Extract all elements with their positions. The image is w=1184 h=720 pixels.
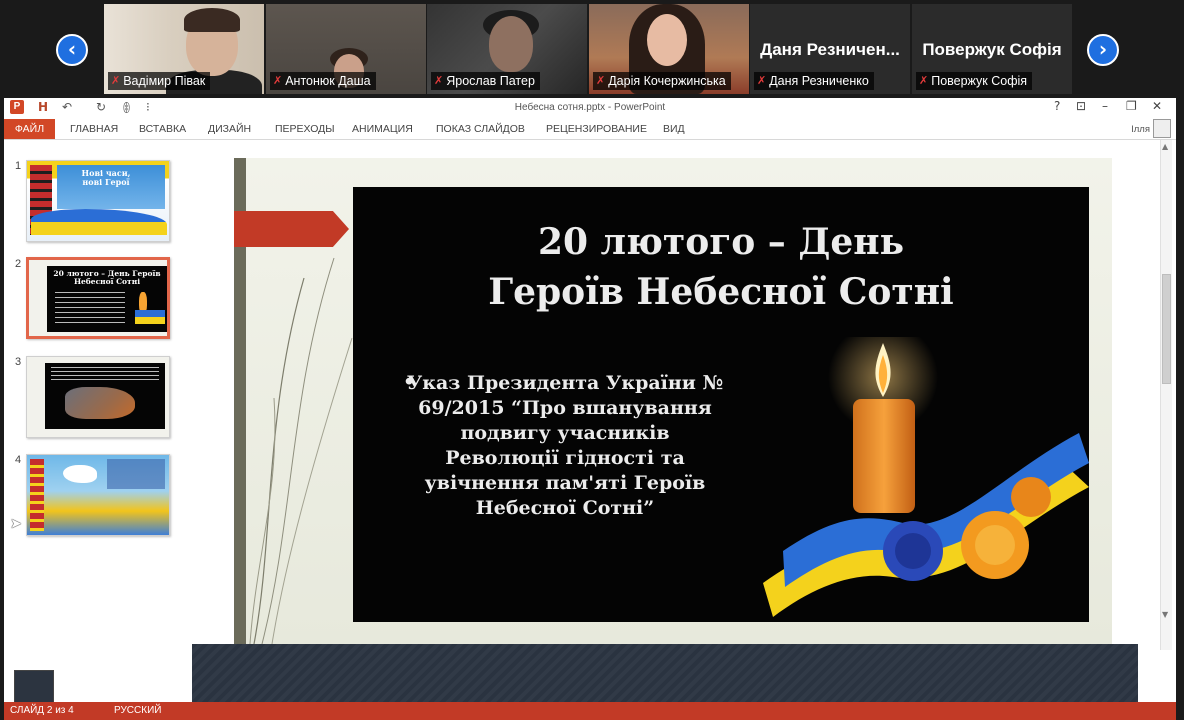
scrollbar-thumb[interactable] <box>1162 274 1171 384</box>
muted-mic-icon: ✗ <box>273 74 283 87</box>
tab-review[interactable]: РЕЦЕНЗИРОВАНИЕ <box>546 123 647 135</box>
mouse-cursor-icon: ➤ <box>10 516 22 532</box>
slide-content-panel: 20 лютого – День Героїв Небесної Сотні •… <box>353 187 1089 622</box>
powerpoint-window: P H ↶ ↻ ꂦ ⁝ Небесна сотня.pptx - PowerPo… <box>4 98 1176 720</box>
thumbnail-number: 2 <box>15 258 22 270</box>
language-indicator[interactable]: РУССКИЙ <box>114 705 161 716</box>
tab-design[interactable]: ДИЗАЙН <box>208 123 251 135</box>
tab-file[interactable]: ФАЙЛ <box>4 119 55 139</box>
participant-name-label: ✗ Дарія Кочержинська <box>593 72 731 90</box>
slide-thumbnail[interactable] <box>26 356 170 438</box>
participant-name-label: ✗ Ярослав Патер <box>431 72 540 90</box>
slide-thumbnail[interactable] <box>26 454 170 536</box>
muted-mic-icon: ✗ <box>111 74 121 87</box>
participant-name-label: ✗ Даня Резниченко <box>754 72 874 90</box>
user-name[interactable]: Ілля <box>1131 124 1150 135</box>
help-icon[interactable]: ? <box>1054 99 1060 113</box>
slide-editor[interactable]: 20 лютого – День Героїв Небесної Сотні •… <box>194 140 1160 650</box>
slide-thumbnails-pane: 1 Нові часи, нові Герої 2 20 лютого – Де… <box>4 140 194 700</box>
thumbnail-number: 1 <box>15 160 22 172</box>
user-avatar[interactable] <box>1153 119 1171 138</box>
previous-page-button[interactable]: ‹ <box>56 34 88 66</box>
tab-home[interactable]: ГЛАВНАЯ <box>70 123 118 135</box>
tab-slideshow[interactable]: ПОКАЗ СЛАЙДОВ <box>436 123 525 135</box>
scroll-down-icon[interactable]: ▼ <box>1162 610 1168 619</box>
current-slide[interactable]: 20 лютого – День Героїв Небесної Сотні •… <box>234 158 1112 644</box>
participant-tile[interactable]: Повержук Софія ✗ Повержук Софія <box>912 4 1072 94</box>
slide-body-text[interactable]: Указ Президента України № 69/2015 “Про в… <box>405 371 725 521</box>
candle-ribbon-image <box>763 337 1089 617</box>
vertical-scrollbar[interactable]: ▲ ▼ <box>1160 140 1172 650</box>
title-bar: P H ↶ ↻ ꂦ ⁝ Небесна сотня.pptx - PowerPo… <box>4 98 1176 118</box>
thumbnail-number: 4 <box>15 454 22 466</box>
participant-display-name: Повержук Софія <box>922 40 1062 59</box>
ribbon-tabs: ФАЙЛ ГЛАВНАЯ ВСТАВКА ДИЗАЙН ПЕРЕХОДЫ АНИ… <box>4 118 1176 140</box>
slide-title[interactable]: 20 лютого – День Героїв Небесної Сотні <box>353 217 1089 317</box>
participant-name-label: ✗ Антонюк Даша <box>270 72 376 90</box>
participant-tile[interactable]: Даня Резничен... ✗ Даня Резниченко <box>750 4 910 94</box>
tab-view[interactable]: ВИД <box>663 123 685 135</box>
participant-tile[interactable]: ✗ Ярослав Патер <box>427 4 587 94</box>
participant-tile[interactable]: ✗ Дарія Кочержинська <box>589 4 749 94</box>
muted-mic-icon: ✗ <box>919 74 929 87</box>
slide-counter: СЛАЙД 2 из 4 <box>10 705 74 716</box>
tab-insert[interactable]: ВСТАВКА <box>139 123 186 135</box>
slide-thumbnail[interactable]: Нові часи, нові Герої <box>26 160 170 242</box>
tab-animations[interactable]: АНИМАЦИЯ <box>352 123 413 135</box>
chevron-right-icon: › <box>1098 37 1108 61</box>
chevron-left-icon: ‹ <box>67 37 77 61</box>
slide-thumbnail-active[interactable]: 20 лютого – День Героїв Небесної Сотні <box>26 257 170 339</box>
thumbnail-number: 3 <box>15 356 22 368</box>
participant-tile[interactable]: ✗ Вадімир Півак <box>104 4 264 94</box>
participant-name-label: ✗ Повержук Софія <box>916 72 1033 90</box>
status-bar: СЛАЙД 2 из 4 РУССКИЙ <box>4 702 1176 720</box>
tab-transitions[interactable]: ПЕРЕХОДЫ <box>275 123 335 135</box>
thumbnail-title: 20 лютого – День Героїв Небесної Сотні <box>53 269 161 286</box>
participant-strip: ‹ ✗ Вадімир Півак ✗ Антонюк Даша ✗ Ярослав … <box>0 0 1184 98</box>
muted-mic-icon: ✗ <box>596 74 606 87</box>
ribbon-display-icon[interactable]: ⊡ <box>1076 99 1086 113</box>
participant-tile[interactable]: ✗ Антонюк Даша <box>266 4 426 94</box>
scroll-up-icon[interactable]: ▲ <box>1162 142 1168 151</box>
thumbnail-title: Нові часи, нові Герої <box>81 168 131 187</box>
maximize-icon[interactable]: ❐ <box>1126 99 1137 113</box>
slide-red-arrow <box>234 211 349 247</box>
window-title: Небесна сотня.pptx - PowerPoint <box>514 102 666 113</box>
muted-mic-icon: ✗ <box>757 74 767 87</box>
minimize-icon[interactable]: – <box>1102 99 1108 113</box>
next-page-button[interactable]: › <box>1087 34 1119 66</box>
muted-mic-icon: ✗ <box>434 74 444 87</box>
participant-name-label: ✗ Вадімир Півак <box>108 72 211 90</box>
participant-display-name: Даня Резничен... <box>760 40 900 59</box>
close-icon[interactable]: ✕ <box>1152 99 1162 113</box>
